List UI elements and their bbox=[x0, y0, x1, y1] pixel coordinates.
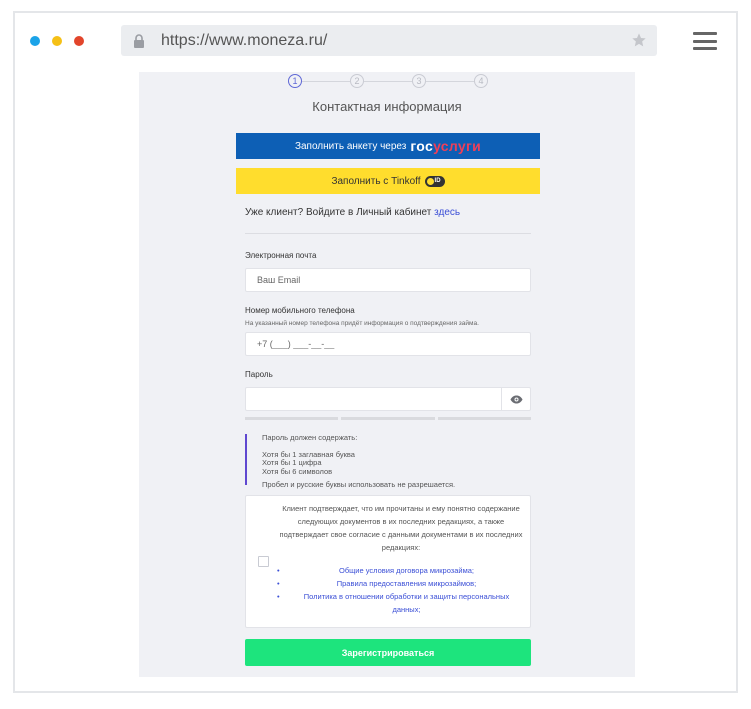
page-title: Контактная информация bbox=[312, 99, 462, 114]
tinkoff-button-label: Заполнить с Tinkoff bbox=[331, 175, 421, 187]
rules-link[interactable]: Правила предоставления микрозаймов; bbox=[337, 579, 477, 588]
tinkoff-id-badge: ID bbox=[424, 175, 445, 187]
register-button[interactable]: Зарегистрироваться bbox=[245, 639, 531, 666]
registration-panel: 1 2 3 4 Контактная информация Заполнить … bbox=[139, 72, 635, 677]
address-url[interactable]: https://www.moneza.ru/ bbox=[161, 32, 327, 50]
phone-input[interactable] bbox=[257, 339, 530, 349]
tinkoff-button[interactable]: Заполнить с Tinkoff ID bbox=[236, 168, 540, 194]
window-controls bbox=[30, 36, 84, 46]
divider bbox=[245, 233, 531, 234]
login-prompt: Уже клиент? Войдите в Личный кабинет зде… bbox=[245, 207, 460, 218]
email-label: Электронная почта bbox=[245, 251, 317, 260]
tinkoff-shield-icon bbox=[426, 177, 434, 185]
password-label: Пароль bbox=[245, 370, 273, 379]
hamburger-menu-icon[interactable] bbox=[693, 32, 717, 50]
gosuslugi-button[interactable]: Заполнить анкету через госуслуги bbox=[236, 133, 540, 159]
window-dot-red[interactable] bbox=[74, 36, 84, 46]
gosuslugi-button-label: Заполнить анкету через bbox=[294, 140, 407, 152]
consent-checkbox[interactable] bbox=[258, 556, 269, 567]
eye-icon[interactable] bbox=[501, 388, 530, 410]
list-item: Общие условия договора микрозайма; bbox=[274, 564, 524, 577]
step-4: 4 bbox=[474, 74, 488, 88]
password-rule: Хотя бы 6 символов bbox=[262, 466, 333, 476]
bookmark-star-icon[interactable] bbox=[631, 32, 647, 48]
address-bar[interactable]: https://www.moneza.ru/ bbox=[121, 25, 657, 56]
password-rules-heading: Пароль должен содержать: bbox=[262, 433, 358, 442]
login-link[interactable]: здесь bbox=[434, 207, 460, 218]
consent-box: Клиент подтверждает, что им прочитаны и … bbox=[245, 495, 531, 628]
strength-segment bbox=[341, 417, 435, 420]
login-text: Уже клиент? Войдите в Личный кабинет bbox=[245, 207, 432, 218]
password-input[interactable] bbox=[257, 394, 530, 404]
phone-field[interactable] bbox=[245, 332, 531, 356]
list-item: Правила предоставления микрозаймов; bbox=[274, 577, 524, 590]
password-rules-list: Хотя бы 1 заглавная буква Хотя бы 1 цифр… bbox=[262, 450, 531, 477]
step-connector bbox=[364, 81, 412, 82]
strength-segment bbox=[437, 417, 531, 420]
step-1: 1 bbox=[288, 74, 302, 88]
email-field[interactable] bbox=[245, 268, 531, 292]
phone-label: Номер мобильного телефона bbox=[245, 306, 355, 315]
step-indicator: 1 2 3 4 bbox=[288, 74, 488, 90]
window-dot-blue[interactable] bbox=[30, 36, 40, 46]
password-field[interactable] bbox=[245, 387, 531, 411]
email-input[interactable] bbox=[257, 275, 530, 285]
privacy-policy-link[interactable]: Политика в отношении обработки и защиты … bbox=[304, 592, 509, 614]
terms-link[interactable]: Общие условия договора микрозайма; bbox=[339, 566, 474, 575]
consent-text: Клиент подтверждает, что им прочитаны и … bbox=[279, 504, 523, 552]
step-3: 3 bbox=[412, 74, 426, 88]
step-connector bbox=[426, 81, 474, 82]
window-dot-yellow[interactable] bbox=[52, 36, 62, 46]
consent-documents: Общие условия договора микрозайма; Прави… bbox=[274, 564, 524, 616]
lock-icon bbox=[133, 33, 145, 48]
password-rules-footer: Пробел и русские буквы использовать не р… bbox=[262, 480, 456, 489]
gosuslugi-logo: госуслуги bbox=[410, 138, 482, 154]
list-item: Политика в отношении обработки и защиты … bbox=[274, 590, 524, 616]
phone-hint: На указанный номер телефона придёт инфор… bbox=[245, 320, 479, 327]
password-strength-bar bbox=[245, 417, 531, 420]
step-2: 2 bbox=[350, 74, 364, 88]
strength-segment bbox=[245, 417, 339, 420]
step-connector bbox=[302, 81, 350, 82]
password-rules: Пароль должен содержать: Хотя бы 1 загла… bbox=[245, 433, 531, 489]
